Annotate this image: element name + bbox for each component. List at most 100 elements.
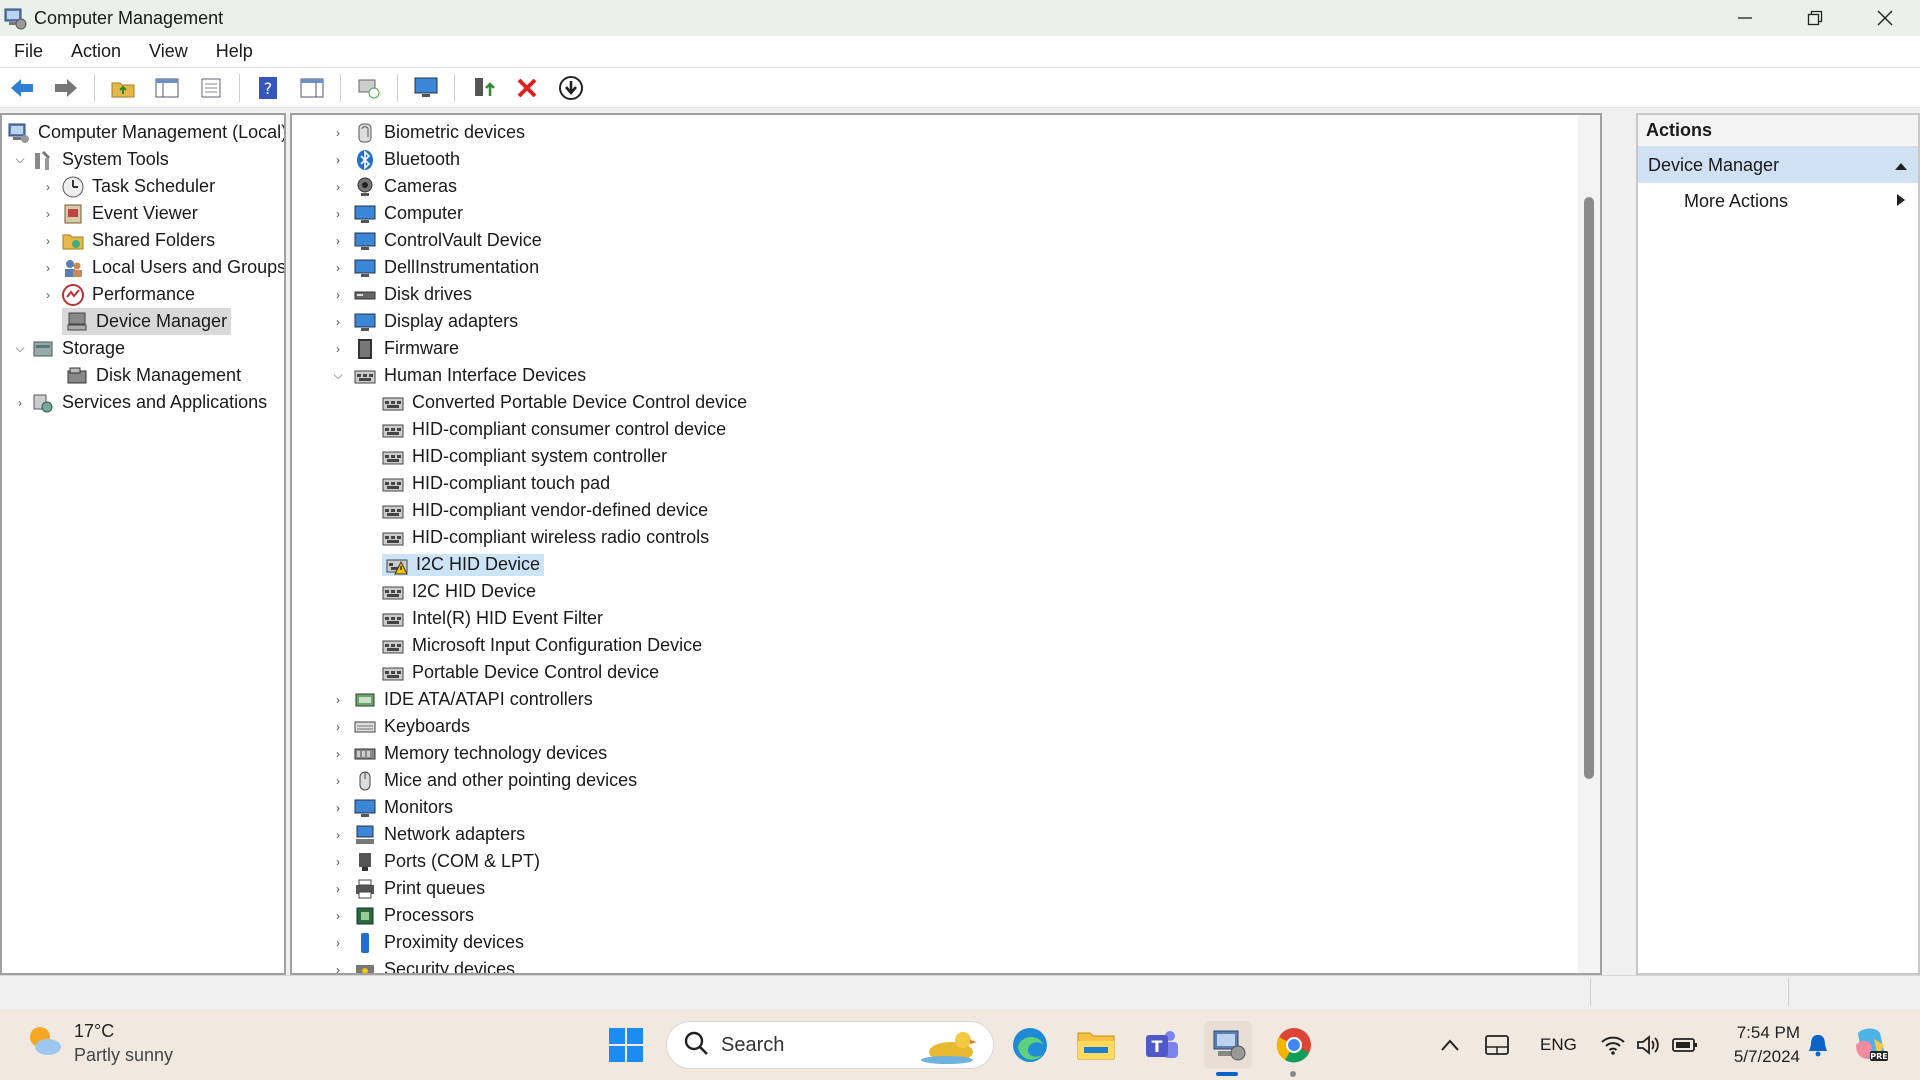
chevron-down-icon[interactable]: ⌵ — [12, 152, 28, 168]
battery-icon[interactable] — [1672, 1009, 1698, 1080]
chevron-right-icon[interactable]: › — [330, 233, 346, 249]
show-action-pane-icon[interactable] — [296, 72, 328, 104]
monitor-icon[interactable] — [410, 72, 442, 104]
device-category[interactable]: › Ports (COM & LPT) — [330, 848, 540, 875]
actions-section-device-manager[interactable]: Device Manager — [1638, 147, 1918, 183]
chevron-right-icon[interactable]: › — [330, 854, 346, 870]
device-category[interactable]: › Display adapters — [330, 308, 518, 335]
computer-management-taskbar-icon[interactable] — [1204, 1021, 1252, 1069]
chevron-right-icon[interactable]: › — [330, 341, 346, 357]
device-category[interactable]: › Security devices — [330, 956, 515, 974]
chevron-right-icon[interactable]: › — [330, 179, 346, 195]
menu-help[interactable]: Help — [202, 41, 267, 62]
device-item[interactable]: Intel(R) HID Event Filter — [382, 605, 603, 632]
chevron-right-icon[interactable]: › — [330, 260, 346, 276]
device-category[interactable]: › ControlVault Device — [330, 227, 542, 254]
device-item[interactable]: HID-compliant touch pad — [382, 470, 610, 497]
device-item-selected[interactable]: I2C HID Device — [382, 551, 545, 578]
chevron-right-icon[interactable]: › — [330, 962, 346, 974]
device-category[interactable]: › Computer — [330, 200, 463, 227]
weather-widget[interactable]: 17°C Partly sunny — [24, 1019, 173, 1067]
tree-item-task-scheduler[interactable]: › Task Scheduler — [40, 173, 215, 200]
device-category[interactable]: › Firmware — [330, 335, 459, 362]
device-category[interactable]: › Mice and other pointing devices — [330, 767, 637, 794]
more-actions-item[interactable]: More Actions — [1638, 183, 1918, 219]
scrollbar-thumb[interactable] — [1584, 197, 1594, 779]
menu-file[interactable]: File — [0, 41, 57, 62]
device-category[interactable]: › Disk drives — [330, 281, 472, 308]
device-category[interactable]: › Memory technology devices — [330, 740, 607, 767]
device-item[interactable]: Microsoft Input Configuration Device — [382, 632, 702, 659]
show-hidden-icons[interactable] — [1440, 1009, 1460, 1080]
chevron-right-icon[interactable]: › — [40, 179, 56, 195]
uninstall-device-icon[interactable] — [511, 72, 543, 104]
device-category[interactable]: › Keyboards — [330, 713, 470, 740]
forward-arrow-icon[interactable] — [50, 72, 82, 104]
chevron-right-icon[interactable]: › — [330, 125, 346, 141]
device-item[interactable]: HID-compliant consumer control device — [382, 416, 726, 443]
chevron-right-icon[interactable]: › — [330, 692, 346, 708]
chrome-icon[interactable] — [1270, 1021, 1318, 1069]
up-folder-icon[interactable] — [107, 72, 139, 104]
device-category[interactable]: › Biometric devices — [330, 119, 525, 146]
chevron-down-icon[interactable]: ⌵ — [330, 368, 346, 384]
device-category[interactable]: › Monitors — [330, 794, 453, 821]
chevron-right-icon[interactable]: › — [40, 260, 56, 276]
device-category[interactable]: › Bluetooth — [330, 146, 460, 173]
close-button[interactable] — [1850, 0, 1920, 36]
teams-icon[interactable]: T — [1138, 1021, 1186, 1069]
chevron-right-icon[interactable]: › — [330, 314, 346, 330]
taskbar-search[interactable]: Search — [666, 1021, 994, 1069]
chevron-right-icon[interactable]: › — [330, 881, 346, 897]
chevron-right-icon[interactable]: › — [330, 287, 346, 303]
tree-item-event-viewer[interactable]: › Event Viewer — [40, 200, 198, 227]
device-item[interactable]: HID-compliant system controller — [382, 443, 667, 470]
enable-device-icon[interactable] — [555, 72, 587, 104]
tree-item-local-users[interactable]: › Local Users and Groups — [40, 254, 284, 281]
back-arrow-icon[interactable] — [6, 72, 38, 104]
tree-item-performance[interactable]: › Performance — [40, 281, 195, 308]
device-category[interactable]: ⌵ Human Interface Devices — [330, 362, 586, 389]
device-item[interactable]: HID-compliant vendor-defined device — [382, 497, 708, 524]
system-clock[interactable]: 7:54 PM 5/7/2024 — [1720, 1021, 1800, 1069]
chevron-right-icon[interactable]: › — [12, 395, 28, 411]
tree-item-disk-management[interactable]: Disk Management — [66, 362, 241, 389]
scan-hardware-icon[interactable] — [353, 72, 385, 104]
chevron-down-icon[interactable]: ⌵ — [12, 341, 28, 357]
tree-item-shared-folders[interactable]: › Shared Folders — [40, 227, 215, 254]
minimize-button[interactable] — [1710, 0, 1780, 36]
chevron-right-icon[interactable]: › — [330, 800, 346, 816]
notification-bell-icon[interactable] — [1806, 1009, 1830, 1080]
help-icon[interactable]: ? — [252, 72, 284, 104]
device-item[interactable]: I2C HID Device — [382, 578, 536, 605]
menu-action[interactable]: Action — [57, 41, 135, 62]
file-explorer-icon[interactable] — [1072, 1021, 1120, 1069]
tree-item-device-manager[interactable]: Device Manager — [62, 308, 232, 335]
wifi-icon[interactable] — [1600, 1009, 1626, 1080]
device-category[interactable]: › Print queues — [330, 875, 485, 902]
restore-button[interactable] — [1780, 0, 1850, 36]
properties-icon[interactable] — [195, 72, 227, 104]
copilot-icon[interactable]: PRE — [1850, 1009, 1890, 1080]
update-driver-icon[interactable] — [467, 72, 499, 104]
tree-item-services[interactable]: › Services and Applications — [12, 389, 267, 416]
chevron-right-icon[interactable]: › — [330, 827, 346, 843]
menu-view[interactable]: View — [135, 41, 202, 62]
chevron-right-icon[interactable]: › — [330, 206, 346, 222]
tree-item-root[interactable]: Computer Management (Local) — [8, 119, 284, 146]
chevron-right-icon[interactable]: › — [40, 287, 56, 303]
edge-browser-icon[interactable] — [1006, 1021, 1054, 1069]
touchpad-icon[interactable] — [1484, 1009, 1510, 1080]
collapse-up-icon[interactable] — [1894, 155, 1908, 176]
language-indicator[interactable]: ENG — [1540, 1009, 1577, 1080]
volume-icon[interactable] — [1636, 1009, 1662, 1080]
device-item[interactable]: HID-compliant wireless radio controls — [382, 524, 709, 551]
chevron-right-icon[interactable]: › — [330, 746, 346, 762]
chevron-right-icon[interactable]: › — [330, 719, 346, 735]
device-category[interactable]: › DellInstrumentation — [330, 254, 539, 281]
chevron-right-icon[interactable]: › — [40, 206, 56, 222]
vertical-scrollbar[interactable] — [1578, 115, 1600, 973]
device-category[interactable]: › Cameras — [330, 173, 457, 200]
device-category[interactable]: › IDE ATA/ATAPI controllers — [330, 686, 593, 713]
chevron-right-icon[interactable]: › — [330, 773, 346, 789]
